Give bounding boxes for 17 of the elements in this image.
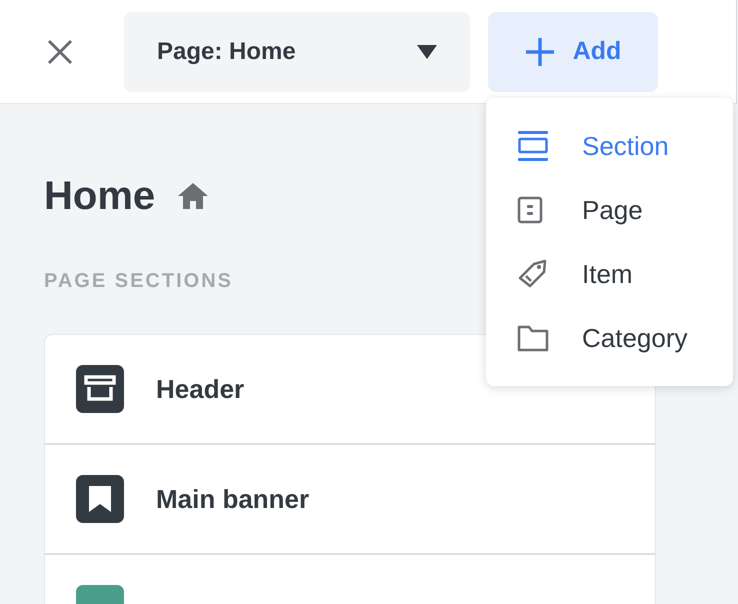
home-icon bbox=[177, 182, 210, 210]
page-title: Home bbox=[44, 173, 156, 220]
folder-icon bbox=[517, 324, 549, 352]
section-name: Main banner bbox=[156, 482, 310, 516]
menu-item[interactable]: Page bbox=[486, 178, 733, 242]
page-select[interactable]: Page: Home bbox=[124, 12, 470, 92]
section-name: Header bbox=[156, 372, 244, 406]
menu-item[interactable]: Item bbox=[486, 242, 733, 306]
section-icon bbox=[517, 130, 549, 162]
caret-icon bbox=[417, 44, 437, 58]
menu-item[interactable]: Section bbox=[486, 114, 733, 178]
section-heading: PAGE SECTIONS bbox=[44, 269, 233, 294]
section-row[interactable]: Main banner bbox=[45, 445, 655, 555]
plus-icon bbox=[524, 36, 555, 66]
close-icon bbox=[47, 38, 73, 64]
page-icon bbox=[517, 196, 543, 224]
tag-icon bbox=[517, 258, 549, 290]
